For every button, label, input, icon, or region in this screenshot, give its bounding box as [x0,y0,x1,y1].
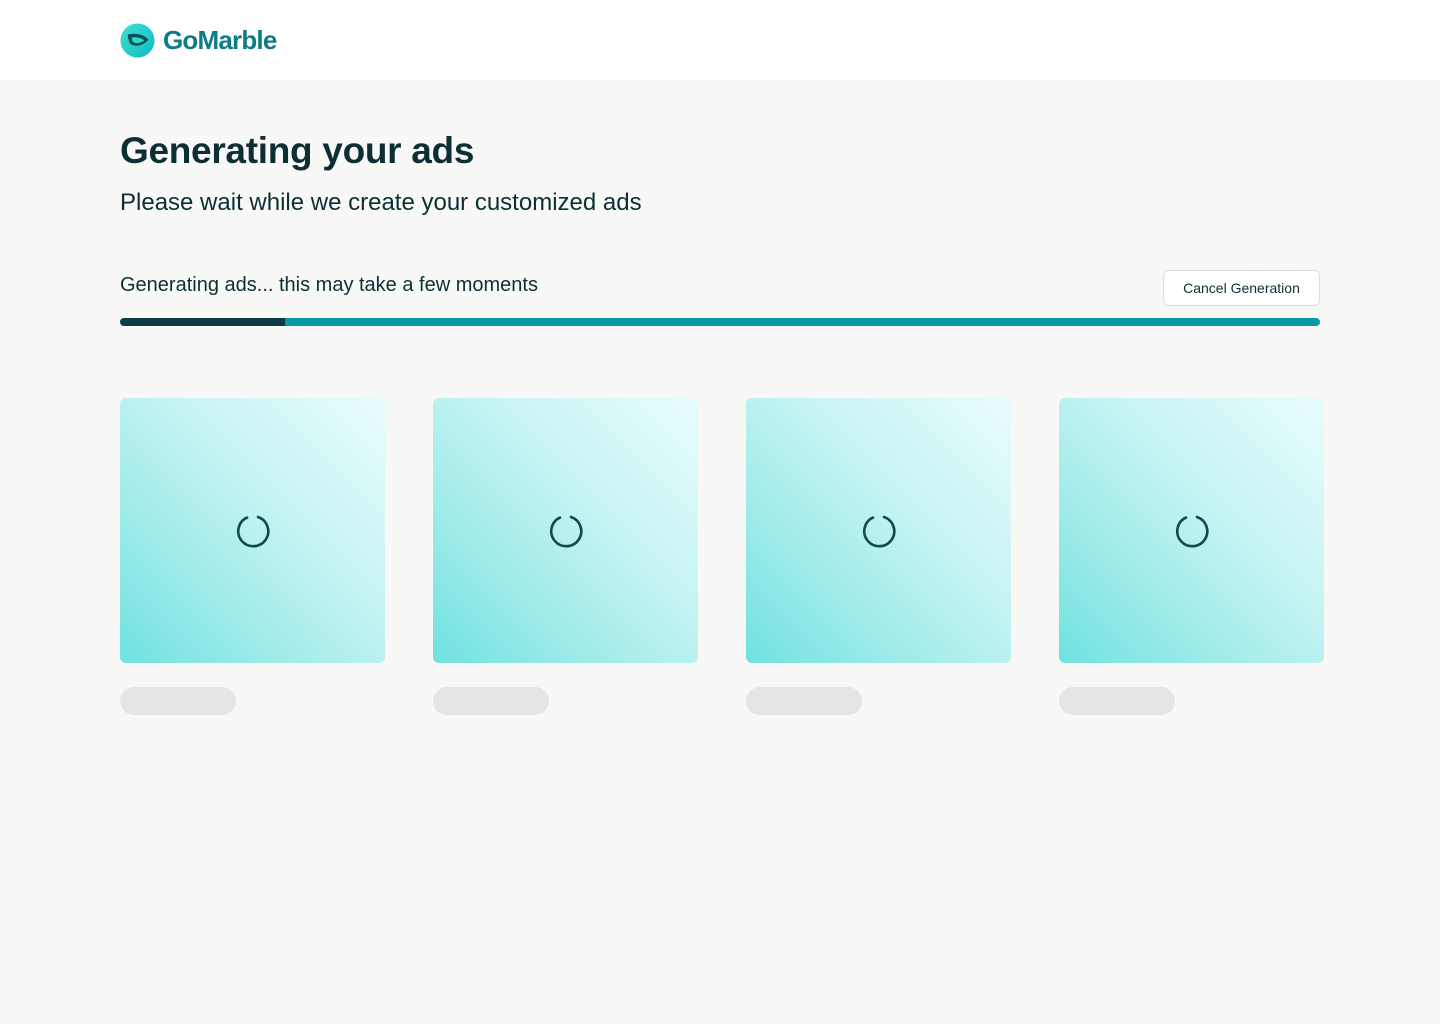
generation-status-text: Generating ads... this may take a few mo… [120,274,538,296]
progress-bar-fill [120,318,285,326]
ad-label-skeleton [120,687,236,715]
cancel-generation-button[interactable]: Cancel Generation [1163,270,1320,306]
spinner-icon [236,515,270,548]
leaf-icon [120,22,155,58]
ad-label-skeleton [433,687,549,715]
progress-bar [120,318,1320,326]
page-subtitle: Please wait while we create your customi… [120,189,642,216]
ad-card-placeholder [1059,398,1324,663]
ad-label-skeleton [746,687,862,715]
ad-card-placeholder [120,398,385,663]
spinner-icon [862,515,896,548]
brand-logo[interactable]: GoMarble [120,22,277,58]
ad-label-skeleton [1059,687,1175,715]
spinner-icon [549,515,583,548]
brand-name: GoMarble [163,24,277,55]
page-title: Generating your ads [120,130,475,171]
ad-card-placeholder [746,398,1011,663]
spinner-icon [1175,515,1209,548]
ad-card-placeholder [433,398,698,663]
top-header: GoMarble [0,0,1440,80]
